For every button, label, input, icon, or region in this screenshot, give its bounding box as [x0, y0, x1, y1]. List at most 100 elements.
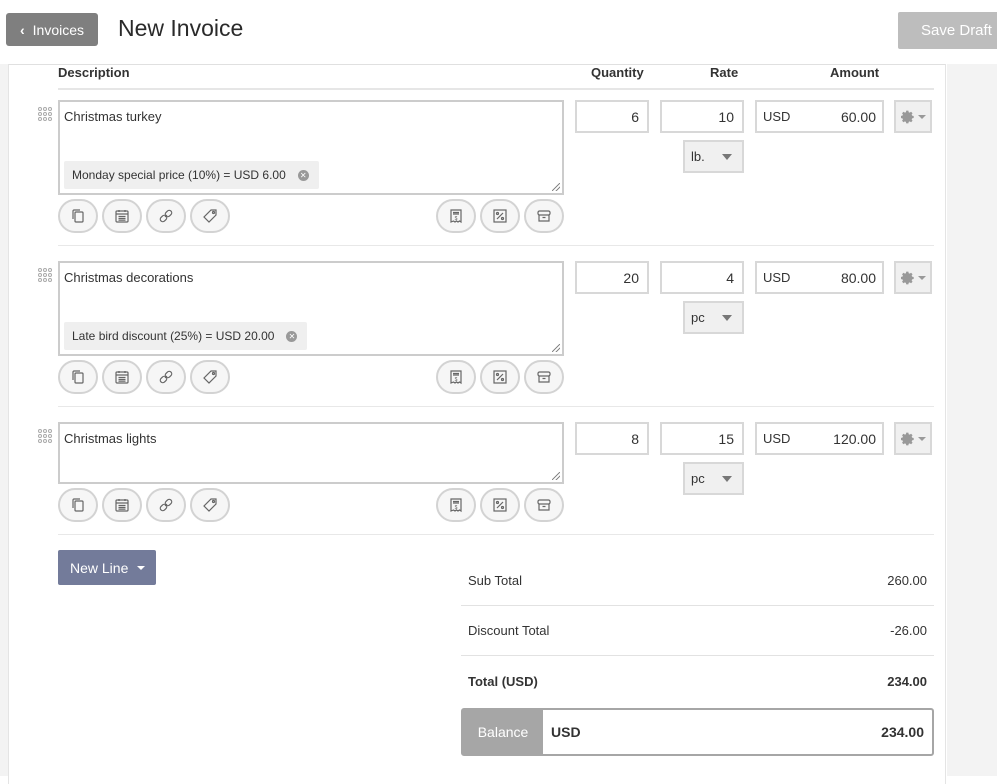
quantity-input[interactable]: 8 [575, 422, 649, 455]
archive-button[interactable] [524, 199, 564, 233]
column-header-description: Description [58, 65, 130, 80]
rate-input[interactable]: 15 [660, 422, 744, 455]
column-header-quantity: Quantity [591, 65, 644, 80]
line-settings-button[interactable] [894, 261, 932, 294]
copy-button[interactable] [58, 199, 98, 233]
svg-text:$: $ [455, 377, 458, 383]
description-textarea[interactable]: Christmas decorations Late bird discount… [58, 261, 564, 356]
tag-button[interactable] [190, 199, 230, 233]
amount-currency: USD [763, 431, 791, 446]
unit-value: pc [691, 310, 705, 325]
tax-receipt-button[interactable]: $ [436, 488, 476, 522]
amount-currency: USD [763, 270, 791, 285]
description-text: Christmas turkey [64, 109, 162, 124]
discount-tag: Late bird discount (25%) = USD 20.00 ✕ [64, 322, 308, 350]
quantity-input[interactable]: 20 [575, 261, 649, 294]
resize-handle-icon[interactable] [552, 344, 560, 352]
svg-text:$: $ [455, 505, 458, 511]
balance-value: 234.00 [881, 724, 924, 740]
unit-select[interactable]: lb. [683, 140, 744, 173]
subtotal-value: 260.00 [887, 573, 927, 588]
line-settings-button[interactable] [894, 422, 932, 455]
amount-currency: USD [763, 109, 791, 124]
tax-receipt-button[interactable]: $ [436, 199, 476, 233]
amount-field: USD 80.00 [755, 261, 884, 294]
copy-button[interactable] [58, 488, 98, 522]
total-row: Total (USD) 234.00 [461, 656, 934, 706]
archive-button[interactable] [524, 488, 564, 522]
amount-value: 80.00 [840, 269, 876, 286]
percent-button[interactable] [480, 488, 520, 522]
discount-total-value: -26.00 [890, 623, 927, 638]
balance-label: Balance [463, 710, 543, 754]
description-text: Christmas lights [64, 431, 157, 446]
header-divider [58, 88, 934, 90]
new-line-button[interactable]: New Line [58, 550, 156, 585]
rate-input[interactable]: 4 [660, 261, 744, 294]
tax-receipt-icon: $ [448, 497, 464, 513]
description-textarea[interactable]: Christmas turkey Monday special price (1… [58, 100, 564, 195]
back-to-invoices-button[interactable]: ‹ Invoices [6, 13, 98, 46]
column-header-rate: Rate [710, 65, 739, 80]
caret-down-icon [917, 114, 926, 119]
line-divider [58, 245, 934, 246]
gear-icon [900, 271, 915, 285]
resize-handle-icon[interactable] [552, 472, 560, 480]
link-icon [158, 208, 174, 224]
unit-select[interactable]: pc [683, 462, 744, 495]
remove-discount-icon[interactable]: ✕ [297, 169, 309, 181]
drag-handle-icon[interactable] [38, 429, 53, 443]
quantity-input[interactable]: 6 [575, 100, 649, 133]
link-button[interactable] [146, 488, 186, 522]
gear-icon [900, 432, 915, 446]
description-textarea[interactable]: Christmas lights [58, 422, 564, 484]
discount-total-row: Discount Total -26.00 [461, 606, 934, 656]
resize-handle-icon[interactable] [552, 183, 560, 191]
calendar-button[interactable] [102, 360, 142, 394]
archive-icon [536, 208, 552, 224]
link-button[interactable] [146, 199, 186, 233]
link-icon [158, 497, 174, 513]
copy-icon [70, 208, 86, 224]
unit-value: lb. [691, 149, 705, 164]
save-draft-button[interactable]: Save Draft [898, 12, 997, 49]
back-button-label: Invoices [32, 21, 85, 38]
remove-discount-icon[interactable]: ✕ [286, 330, 298, 342]
percent-icon [492, 497, 508, 513]
calendar-icon [114, 369, 130, 385]
line-settings-button[interactable] [894, 100, 932, 133]
amount-value: 120.00 [833, 430, 876, 447]
caret-down-icon [722, 153, 732, 160]
discount-tag-text: Monday special price (10%) = USD 6.00 [72, 168, 286, 182]
drag-handle-icon[interactable] [38, 107, 53, 121]
archive-button[interactable] [524, 360, 564, 394]
rate-input[interactable]: 10 [660, 100, 744, 133]
percent-button[interactable] [480, 199, 520, 233]
calendar-icon [114, 208, 130, 224]
copy-button[interactable] [58, 360, 98, 394]
tag-button[interactable] [190, 360, 230, 394]
subtotal-label: Sub Total [468, 573, 522, 588]
tag-icon [202, 369, 218, 385]
drag-handle-icon[interactable] [38, 268, 53, 282]
discount-tag-text: Late bird discount (25%) = USD 20.00 [72, 329, 275, 343]
link-button[interactable] [146, 360, 186, 394]
column-header-amount: Amount [830, 65, 880, 80]
percent-icon [492, 208, 508, 224]
new-line-label: New Line [70, 559, 129, 576]
svg-text:$: $ [455, 216, 458, 222]
page-title: New Invoice [118, 15, 244, 41]
calendar-button[interactable] [102, 199, 142, 233]
amount-value: 60.00 [840, 108, 876, 125]
amount-field: USD 60.00 [755, 100, 884, 133]
total-value: 234.00 [887, 673, 927, 689]
description-text: Christmas decorations [64, 270, 194, 285]
calendar-button[interactable] [102, 488, 142, 522]
percent-button[interactable] [480, 360, 520, 394]
percent-icon [492, 369, 508, 385]
unit-select[interactable]: pc [683, 301, 744, 334]
tag-button[interactable] [190, 488, 230, 522]
tax-receipt-button[interactable]: $ [436, 360, 476, 394]
discount-tag: Monday special price (10%) = USD 6.00 ✕ [64, 161, 319, 189]
caret-down-icon [137, 565, 146, 570]
